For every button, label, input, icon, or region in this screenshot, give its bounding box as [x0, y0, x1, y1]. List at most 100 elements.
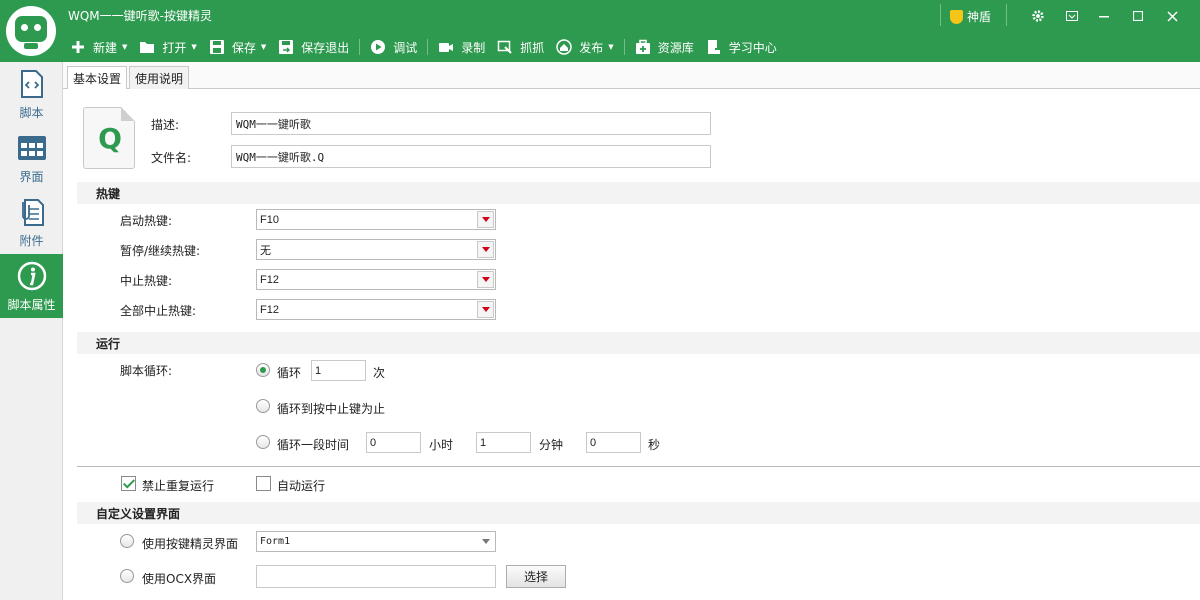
title-divider: [940, 4, 941, 26]
floppy-icon: [209, 39, 225, 55]
script-loop-label: 脚本循环:: [120, 364, 173, 378]
record-button[interactable]: 录制: [432, 39, 491, 56]
dropdown-arrow-icon: ▼: [122, 43, 128, 51]
loop-until-stop-label: 循环到按中止键为止: [277, 402, 386, 416]
debug-button[interactable]: 调试: [364, 39, 423, 56]
loop-count-input[interactable]: 1: [311, 360, 366, 381]
start-hotkey-select[interactable]: F10: [256, 209, 496, 230]
seconds-unit-label: 秒: [648, 438, 661, 452]
minutes-unit-label: 分钟: [539, 438, 564, 452]
shield-label: 神盾: [967, 10, 992, 24]
toolbar-divider: [359, 39, 361, 55]
save-button[interactable]: 保存 ▼: [203, 39, 272, 56]
dropdown-arrow-icon: [477, 211, 494, 228]
script-file-icon: Q: [83, 107, 135, 169]
description-label: 描述:: [151, 118, 180, 132]
times-unit-label: 次: [373, 366, 386, 380]
script-icon: [16, 68, 48, 100]
use-builtin-ui-label: 使用按键精灵界面: [142, 537, 239, 551]
auto-run-checkbox[interactable]: [256, 476, 271, 491]
learn-label: 学习中心: [728, 40, 777, 55]
publish-label: 发布: [579, 40, 604, 55]
shield-icon: [950, 9, 963, 24]
play-icon: [370, 39, 386, 55]
sidebar-item-label: 脚本属性: [7, 298, 56, 312]
dropdown-arrow-icon: [477, 533, 494, 550]
filename-field[interactable]: WQM一一键听歌.Q: [231, 145, 711, 168]
sidebar-item-interface[interactable]: 界面: [0, 126, 63, 190]
auto-run-label: 自动运行: [277, 479, 326, 493]
seconds-input[interactable]: 0: [586, 432, 641, 453]
start-hotkey-label: 启动热键:: [120, 214, 173, 228]
new-button[interactable]: 新建 ▼: [64, 39, 133, 56]
stop-hotkey-label: 中止热键:: [120, 274, 173, 288]
save-exit-label: 保存退出: [301, 40, 350, 55]
tab-strip: 基本设置 使用说明: [63, 62, 1200, 90]
use-ocx-ui-label: 使用OCX界面: [142, 572, 217, 586]
minutes-input[interactable]: 1: [476, 432, 531, 453]
new-label: 新建: [93, 40, 118, 55]
loop-until-stop-radio[interactable]: [256, 399, 270, 413]
title-divider: [1006, 4, 1007, 26]
description-field[interactable]: WQM一一键听歌: [231, 112, 711, 135]
library-icon: [635, 39, 651, 55]
dropdown-arrow-icon: [477, 241, 494, 258]
shield-button[interactable]: 神盾: [950, 8, 991, 25]
capture-icon: [497, 39, 513, 55]
sidebar-item-label: 界面: [19, 170, 44, 184]
no-repeat-label: 禁止重复运行: [142, 479, 215, 493]
use-ocx-ui-radio[interactable]: [120, 569, 134, 583]
no-repeat-checkbox[interactable]: [121, 476, 136, 491]
dropdown-arrow-icon: [477, 301, 494, 318]
save-exit-button[interactable]: 保存退出: [272, 39, 355, 56]
maximize-icon[interactable]: [1125, 3, 1151, 29]
pause-hotkey-label: 暂停/继续热键:: [120, 244, 201, 258]
sidebar-item-attachment[interactable]: 附件: [0, 190, 63, 254]
stop-hotkey-select[interactable]: F12: [256, 269, 496, 290]
use-builtin-ui-radio[interactable]: [120, 534, 134, 548]
left-sidebar: 脚本 界面 附件 脚本属性: [0, 62, 63, 600]
choose-button[interactable]: 选择: [506, 565, 566, 588]
run-section-header: 运行: [77, 332, 1200, 354]
loop-duration-radio[interactable]: [256, 435, 270, 449]
close-icon[interactable]: [1159, 3, 1185, 29]
record-label: 录制: [461, 40, 486, 55]
settings-gear-icon[interactable]: [1025, 3, 1051, 29]
save-label: 保存: [231, 40, 256, 55]
loop-duration-label: 循环一段时间: [277, 438, 350, 452]
start-hotkey-value: F10: [260, 213, 279, 226]
save-exit-icon: [278, 39, 294, 55]
tab-instructions[interactable]: 使用说明: [129, 66, 190, 89]
tab-basic-settings[interactable]: 基本设置: [67, 66, 128, 90]
grab-button[interactable]: 抓抓: [491, 39, 550, 56]
ocx-path-field[interactable]: [256, 565, 496, 588]
publish-icon: [556, 39, 573, 55]
grab-label: 抓抓: [520, 40, 545, 55]
dropdown-arrow-icon: ▼: [191, 43, 197, 51]
toolbar-divider: [427, 39, 429, 55]
main-toolbar: 新建 ▼ 打开 ▼ 保存 ▼ 保存退出 调试 录制 抓抓 发布 ▼ 资源库 学习…: [64, 36, 783, 58]
attachment-icon: [16, 196, 48, 228]
resource-library-button[interactable]: 资源库: [629, 39, 700, 56]
book-icon: [706, 39, 722, 55]
minimize-icon[interactable]: [1091, 3, 1117, 29]
sidebar-item-script-properties[interactable]: 脚本属性: [0, 254, 63, 318]
sidebar-item-label: 附件: [19, 234, 44, 248]
dropdown-arrow-icon: ▼: [608, 43, 614, 51]
menu-dropdown-icon[interactable]: [1059, 3, 1085, 29]
stop-all-hotkey-select[interactable]: F12: [256, 299, 496, 320]
builtin-form-select[interactable]: Form1: [256, 531, 496, 552]
learning-center-button[interactable]: 学习中心: [700, 39, 783, 56]
loop-count-radio[interactable]: [256, 363, 270, 377]
stop-all-hotkey-label: 全部中止热键:: [120, 304, 197, 318]
pause-hotkey-select[interactable]: 无: [256, 239, 496, 260]
loop-count-label: 循环: [277, 366, 302, 380]
main-panel: Q 描述: WQM一一键听歌 文件名: WQM一一键听歌.Q 热键 启动热键: …: [63, 89, 1200, 600]
sidebar-item-script[interactable]: 脚本: [0, 62, 63, 126]
resource-label: 资源库: [657, 40, 694, 55]
open-button[interactable]: 打开 ▼: [133, 39, 202, 56]
filename-label: 文件名:: [151, 151, 192, 165]
title-bar: WQM一一键听歌-按键精灵 神盾 新建 ▼ 打开 ▼ 保存 ▼ 保存退出 调试 …: [0, 0, 1200, 62]
publish-button[interactable]: 发布 ▼: [550, 39, 619, 56]
hours-input[interactable]: 0: [366, 432, 421, 453]
